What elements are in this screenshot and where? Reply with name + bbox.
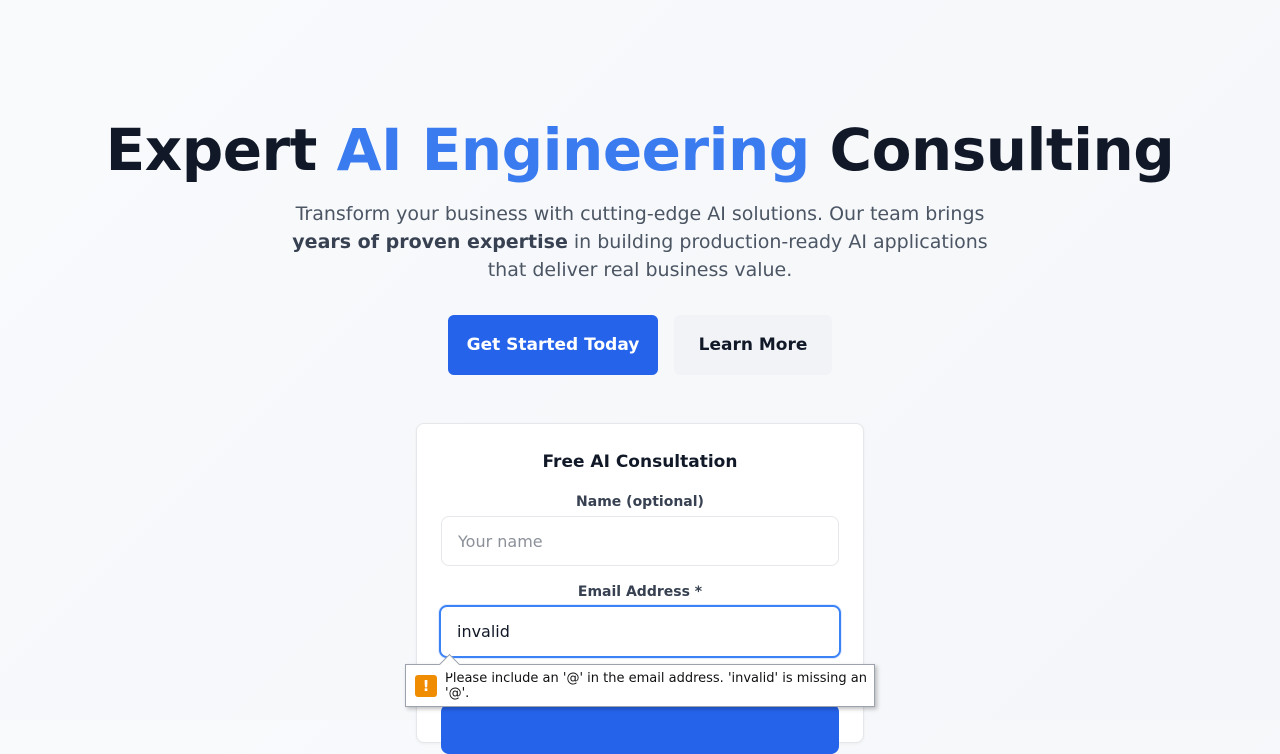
submit-button[interactable] [441, 704, 839, 754]
hero-subtitle-part1: Transform your business with cutting-edg… [295, 203, 985, 225]
validation-tooltip: ! Please include an '@' in the email add… [405, 653, 875, 707]
hero-title: Expert AI Engineering Consulting [0, 114, 1280, 186]
form-title: Free AI Consultation [542, 452, 738, 472]
hero-subtitle: Transform your business with cutting-edg… [278, 200, 1002, 284]
hero-subtitle-bold: years of proven expertise [292, 231, 568, 253]
validation-message: Please include an '@' in the email addre… [445, 670, 867, 701]
email-label: Email Address * [577, 584, 703, 600]
learn-more-button[interactable]: Learn More [674, 315, 832, 375]
warning-icon: ! [415, 674, 437, 697]
name-input[interactable] [441, 516, 839, 566]
name-label: Name (optional) [576, 494, 704, 510]
get-started-button[interactable]: Get Started Today [448, 315, 658, 375]
email-input[interactable] [439, 605, 841, 658]
hero-title-part2: Consulting [809, 116, 1175, 184]
hero-title-accent: AI Engineering [336, 116, 811, 184]
hero-title-part1: Expert [105, 116, 337, 184]
